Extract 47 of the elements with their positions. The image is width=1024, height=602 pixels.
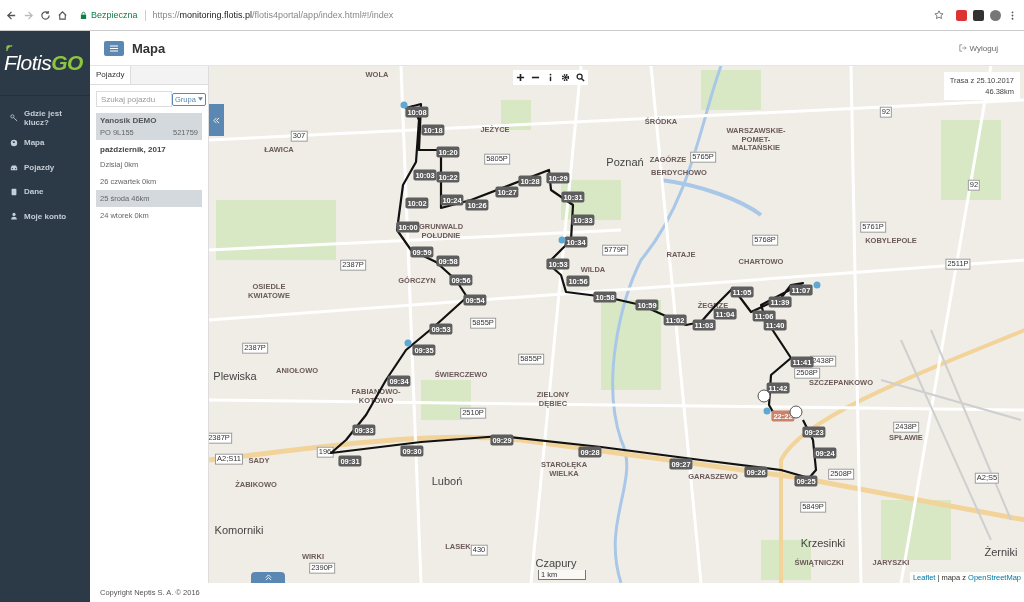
extension-icon[interactable]	[973, 9, 984, 21]
waypoint-icon[interactable]	[400, 101, 408, 109]
search-icon	[576, 73, 585, 82]
nav-link[interactable]: Gdzie jest klucz?	[0, 106, 90, 131]
month-heading: październik, 2017	[99, 144, 167, 156]
map-label: Krzesinki	[800, 536, 846, 550]
hamburger-icon	[110, 44, 118, 52]
vehicle-name: Yanosik DEMO	[100, 116, 158, 125]
page-title: Mapa	[132, 40, 167, 56]
logo: FlotisGO	[4, 51, 83, 75]
car-icon	[10, 163, 18, 172]
signal-icon	[5, 43, 14, 52]
url-text: https://monitoring.flotis.pl/flotis4portal/app/index.html#!/index	[152, 10, 395, 20]
search-field[interactable]: Szukaj pojazdu	[96, 91, 172, 107]
collapse-handle[interactable]	[209, 104, 224, 136]
nav-link[interactable]: Mapa	[0, 130, 90, 155]
sign-out-icon	[958, 44, 967, 52]
database-icon	[10, 187, 18, 196]
search-button[interactable]	[573, 70, 588, 85]
map-label: Poznań	[606, 155, 644, 169]
map-label: Żerniki	[984, 545, 1018, 559]
nav-link[interactable]: Pojazdy	[0, 155, 90, 180]
star-icon[interactable]	[934, 10, 944, 20]
map-label: Luboń	[431, 474, 463, 488]
chevron-left-icon	[213, 116, 220, 124]
back-icon[interactable]	[6, 9, 17, 21]
home-icon[interactable]	[57, 9, 68, 21]
menu-button[interactable]	[104, 40, 124, 56]
nav-link[interactable]: Dane	[0, 179, 90, 204]
nav-link[interactable]: Moje konto	[0, 204, 90, 229]
map-label: Plewiska	[213, 369, 257, 383]
map-label: Czapury	[535, 556, 577, 570]
settings-icon	[561, 73, 570, 82]
user-icon	[10, 212, 18, 221]
waypoint-icon[interactable]	[404, 339, 412, 347]
expand-handle[interactable]	[251, 572, 285, 583]
map-label: Komorniki	[214, 523, 264, 537]
reload-icon[interactable]	[40, 9, 51, 21]
lock-icon	[80, 10, 87, 20]
panel-tab[interactable]: Pojazdy	[90, 66, 132, 84]
logout-link[interactable]: Wyloguj	[958, 43, 998, 53]
chevron-up-icon	[264, 574, 272, 581]
caret-icon	[197, 97, 203, 101]
plus-icon	[516, 73, 525, 82]
waypoint-icon[interactable]	[763, 407, 771, 415]
security-label: Bezpieczna	[91, 10, 138, 20]
key-icon	[10, 114, 18, 123]
